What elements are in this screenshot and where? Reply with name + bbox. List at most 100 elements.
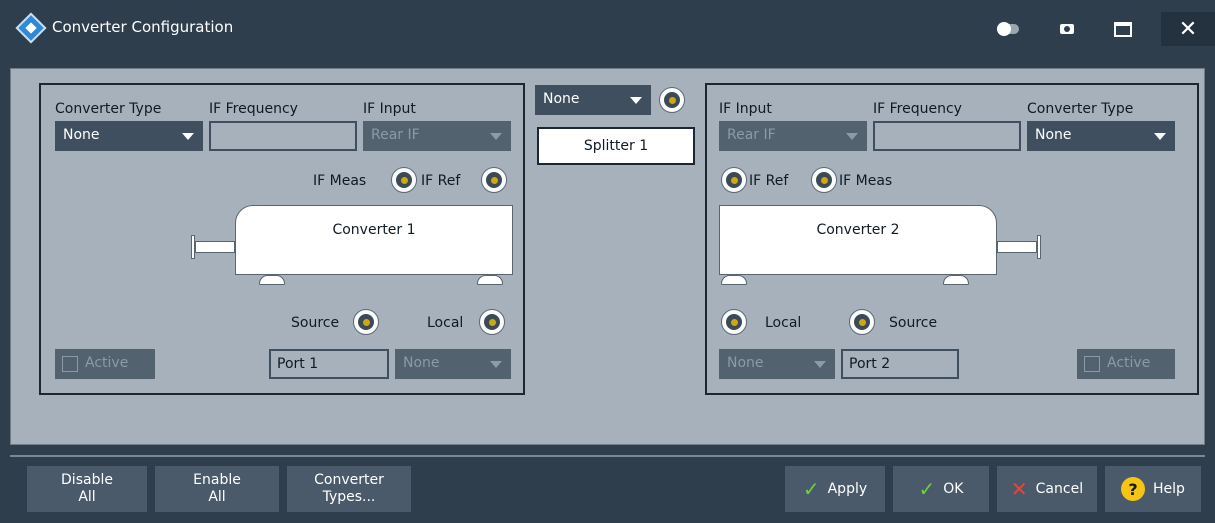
local-connector-icon[interactable]: [479, 309, 505, 335]
converter-type-select[interactable]: None: [1027, 121, 1175, 151]
if-frequency-field[interactable]: [209, 121, 357, 151]
if-meas-connector-icon[interactable]: [391, 167, 417, 193]
if-meas-label: IF Meas: [313, 173, 367, 189]
check-icon: ✓: [802, 476, 820, 501]
converter-1-name: Converter 1: [332, 222, 416, 238]
enable-all-label-line1: Enable: [193, 472, 241, 488]
local-label: Local: [765, 315, 802, 331]
splitter-box: Splitter 1: [537, 127, 695, 165]
converter-1-panel: Converter Type None IF Frequency IF Inpu…: [39, 83, 525, 395]
active-checkbox[interactable]: Active: [1077, 349, 1175, 379]
if-frequency-label: IF Frequency: [209, 101, 298, 117]
disable-all-button[interactable]: Disable All: [27, 466, 147, 512]
port-field[interactable]: Port 2: [841, 349, 959, 379]
screenshot-button[interactable]: [1047, 12, 1087, 46]
converter-type-label: Converter Type: [1027, 101, 1134, 117]
converter-type-value: None: [1035, 127, 1072, 143]
source-connector-icon[interactable]: [353, 309, 379, 335]
local-connector-icon[interactable]: [721, 309, 747, 335]
toggle-icon: [997, 22, 1019, 36]
converter-2-name: Converter 2: [816, 222, 900, 238]
splitter-connector-icon[interactable]: [659, 87, 685, 113]
title-bar: Converter Configuration ✕: [0, 0, 1215, 58]
if-input-value: Rear IF: [727, 127, 776, 143]
disable-all-label-line2: All: [78, 489, 96, 505]
apply-label: Apply: [827, 480, 868, 497]
port-value: Port 2: [849, 356, 891, 372]
maximize-icon: [1114, 21, 1132, 37]
if-frequency-field[interactable]: [873, 121, 1021, 151]
check-icon: ✓: [918, 476, 936, 501]
converter-types-label-line2: Types...: [322, 489, 376, 505]
converter-foot-icon: [477, 275, 503, 285]
splitter-select[interactable]: None: [535, 85, 651, 115]
port-field[interactable]: Port 1: [269, 349, 389, 379]
camera-icon: [1060, 24, 1074, 34]
if-input-value: Rear IF: [371, 127, 420, 143]
source-label: Source: [291, 315, 340, 331]
checkbox-icon: [62, 356, 78, 372]
enable-all-label-line2: All: [208, 489, 226, 505]
if-ref-label: IF Ref: [749, 173, 789, 189]
chevron-down-icon: [490, 361, 502, 368]
enable-all-button[interactable]: Enable All: [155, 466, 279, 512]
disable-all-label-line1: Disable: [61, 472, 113, 488]
local-select[interactable]: None: [395, 349, 511, 379]
if-input-select[interactable]: Rear IF: [719, 121, 867, 151]
main-area: Converter Type None IF Frequency IF Inpu…: [10, 68, 1205, 445]
if-meas-connector-icon[interactable]: [811, 167, 837, 193]
if-input-label: IF Input: [719, 101, 772, 117]
if-meas-label: IF Meas: [839, 173, 893, 189]
converter-2-graphic: Converter 2: [719, 205, 997, 275]
chevron-down-icon: [846, 133, 858, 140]
chevron-down-icon: [814, 361, 826, 368]
active-label: Active: [85, 355, 129, 371]
port-value: Port 1: [277, 356, 319, 372]
converter-foot-icon: [259, 275, 285, 285]
chevron-down-icon: [490, 133, 502, 140]
ok-button[interactable]: ✓ OK: [893, 466, 989, 512]
help-label: Help: [1153, 480, 1185, 497]
if-frequency-label: IF Frequency: [873, 101, 962, 117]
ok-label: OK: [943, 480, 964, 497]
if-ref-label: IF Ref: [421, 173, 461, 189]
if-ref-connector-icon[interactable]: [481, 167, 507, 193]
toggle-button[interactable]: [988, 12, 1028, 46]
converter-type-select[interactable]: None: [55, 121, 203, 151]
converter-1-graphic: Converter 1: [235, 205, 513, 275]
cancel-icon: ✕: [1010, 476, 1028, 501]
if-input-select[interactable]: Rear IF: [363, 121, 511, 151]
app-logo-icon: [15, 12, 47, 44]
chevron-down-icon: [630, 97, 642, 104]
active-label: Active: [1107, 355, 1151, 371]
apply-button[interactable]: ✓ Apply: [785, 466, 885, 512]
converter-2-panel: IF Input Rear IF IF Frequency Converter …: [705, 83, 1199, 395]
window-title: Converter Configuration: [52, 18, 234, 36]
shaft-cap-icon: [1037, 235, 1041, 259]
close-icon: ✕: [1178, 16, 1198, 42]
maximize-button[interactable]: [1103, 12, 1143, 46]
local-label: Local: [427, 315, 464, 331]
source-label: Source: [889, 315, 938, 331]
shaft-icon: [997, 241, 1037, 253]
if-ref-connector-icon[interactable]: [721, 167, 747, 193]
divider: [10, 455, 1205, 457]
checkbox-icon: [1084, 356, 1100, 372]
help-button[interactable]: ? Help: [1105, 466, 1201, 512]
local-select-value: None: [727, 355, 764, 371]
local-select-value: None: [403, 355, 440, 371]
active-checkbox[interactable]: Active: [55, 349, 155, 379]
cancel-label: Cancel: [1035, 480, 1084, 497]
converter-types-label-line1: Converter: [314, 472, 384, 488]
if-input-label: IF Input: [363, 101, 416, 117]
local-select[interactable]: None: [719, 349, 835, 379]
converter-types-button[interactable]: Converter Types...: [287, 466, 411, 512]
close-button[interactable]: ✕: [1161, 12, 1215, 46]
converter-foot-icon: [721, 275, 747, 285]
chevron-down-icon: [1154, 133, 1166, 140]
converter-foot-icon: [943, 275, 969, 285]
help-icon: ?: [1121, 477, 1146, 501]
converter-type-label: Converter Type: [55, 101, 162, 117]
source-connector-icon[interactable]: [849, 309, 875, 335]
cancel-button[interactable]: ✕ Cancel: [997, 466, 1097, 512]
